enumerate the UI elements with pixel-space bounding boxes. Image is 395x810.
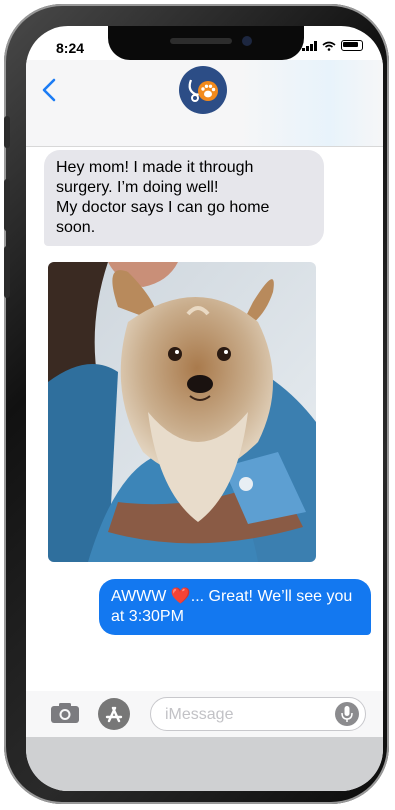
battery-icon: [341, 40, 363, 51]
mute-switch: [4, 116, 10, 148]
app-store-icon[interactable]: [98, 698, 130, 730]
wifi-icon: [322, 41, 336, 51]
sent-message: AWWW ❤️... Great! We’ll see you at 3:30P…: [99, 579, 371, 635]
dog-photo: [48, 262, 316, 562]
signal-icon: [302, 40, 317, 51]
received-photo[interactable]: [48, 262, 316, 562]
message-composer: [26, 691, 383, 737]
camera-icon[interactable]: [50, 702, 80, 724]
status-time: 8:24: [56, 40, 85, 56]
status-icons: [302, 40, 363, 51]
contact-avatar[interactable]: [179, 66, 227, 114]
imessage-field[interactable]: [163, 705, 327, 725]
keyboard-area: [26, 737, 383, 791]
notch: [108, 26, 304, 60]
phone-screen: 8:24 Hey mom! I made it through surgery.…: [26, 26, 383, 791]
received-message: Hey mom! I made it through surgery. I’m …: [44, 150, 324, 246]
vet-paw-logo-icon: [188, 79, 218, 102]
chevron-left-icon[interactable]: [42, 78, 56, 106]
phone-frame: 8:24 Hey mom! I made it through surgery.…: [4, 4, 389, 804]
conversation-header: [26, 60, 383, 147]
volume-down-button: [4, 246, 10, 298]
volume-up-button: [4, 179, 10, 231]
imessage-input[interactable]: [150, 697, 366, 731]
speaker-grille: [170, 38, 232, 44]
microphone-icon[interactable]: [335, 702, 359, 726]
front-camera: [242, 36, 252, 46]
